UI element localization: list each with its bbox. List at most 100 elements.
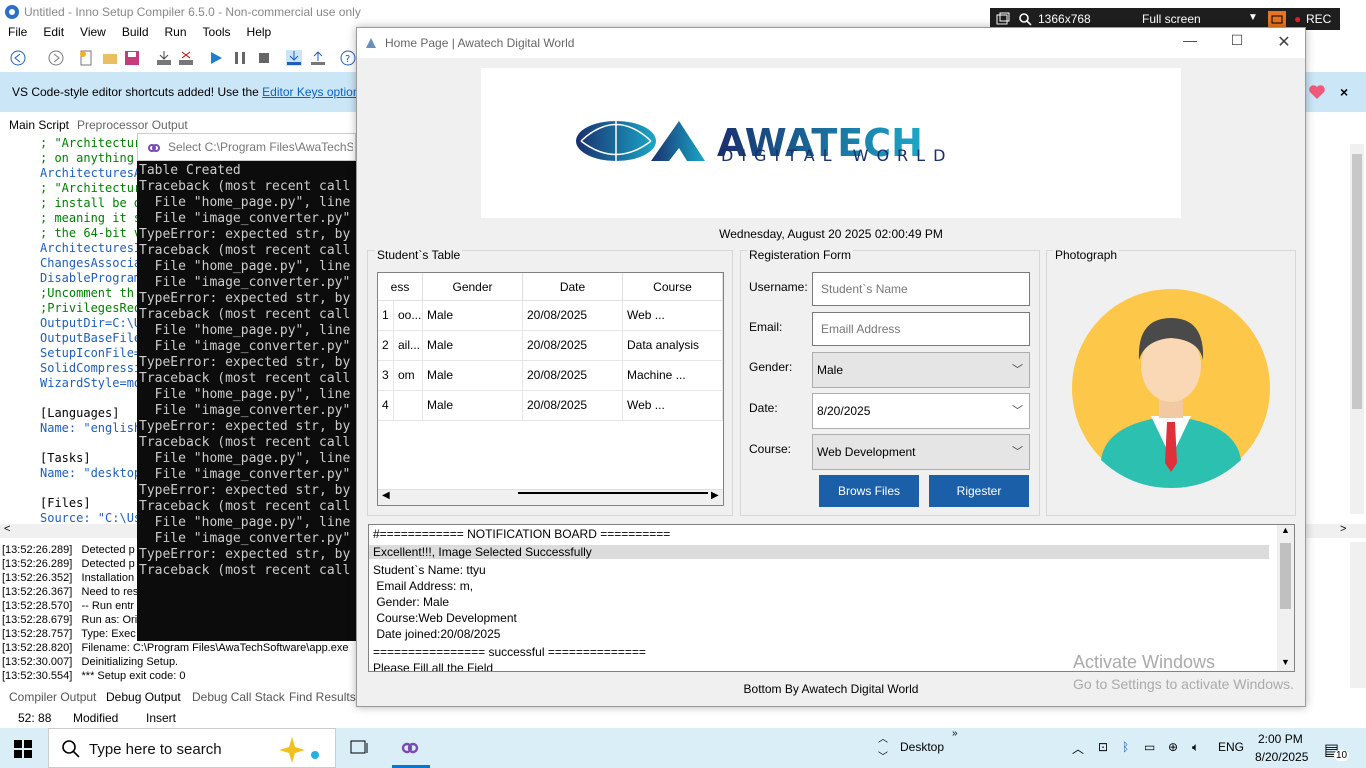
editor-keys-link[interactable]: Editor Keys option — [262, 85, 359, 99]
table-cell-course[interactable]: Web ... — [623, 301, 723, 331]
log-scrollbar[interactable] — [1350, 542, 1366, 688]
taskbar-search-box[interactable]: Type here to search — [48, 728, 336, 768]
rec-label[interactable]: REC — [1306, 12, 1331, 26]
tab-compiler-output[interactable]: Compiler Output — [9, 690, 96, 704]
table-cell-id[interactable]: 4 — [378, 391, 394, 421]
table-cell-date[interactable]: 20/08/2025 — [523, 391, 623, 421]
clock-date[interactable]: 8/20/2025 — [1255, 750, 1308, 764]
tab-debug-call-stack[interactable]: Debug Call Stack — [192, 690, 285, 704]
tab-preprocessor-output[interactable]: Preprocessor Output — [77, 118, 188, 132]
gender-select[interactable]: Male ﹀ — [812, 352, 1030, 388]
download-icon[interactable] — [286, 50, 302, 66]
language-indicator[interactable]: ENG — [1218, 740, 1244, 754]
volume-icon[interactable]: 🔈︎ — [1192, 740, 1199, 755]
windows-start-icon[interactable] — [14, 740, 32, 758]
new-file-icon[interactable] — [78, 50, 94, 66]
menu-help[interactable]: Help — [247, 25, 272, 39]
table-cell-email[interactable]: ail... — [394, 331, 423, 361]
column-header-gender[interactable]: Gender — [423, 273, 523, 301]
device-icon[interactable]: ⊡ — [1098, 740, 1108, 754]
forward-icon[interactable] — [48, 50, 64, 66]
table-cell-id[interactable]: 1 — [378, 301, 394, 331]
email-input[interactable]: Emaill Address — [812, 312, 1030, 346]
desktop-toolbar[interactable]: Desktop — [900, 740, 944, 754]
table-cell-email[interactable]: oo... — [394, 301, 423, 331]
code-editor[interactable]: ; "Architectur; on anything Architectures… — [0, 134, 138, 524]
camera-icon[interactable] — [1268, 11, 1286, 27]
table-cell-gender[interactable]: Male — [423, 301, 523, 331]
minimize-button[interactable]: — — [1180, 32, 1200, 52]
table-cell-email[interactable]: om — [394, 361, 423, 391]
scroll-up-icon[interactable]: ▲ — [1281, 525, 1290, 535]
menu-file[interactable]: File — [8, 25, 27, 39]
menu-tools[interactable]: Tools — [203, 25, 231, 39]
scroll-left-icon[interactable]: < — [4, 523, 10, 535]
upload-icon[interactable] — [310, 50, 326, 66]
column-header-email[interactable]: ess — [378, 273, 423, 301]
window-icon[interactable] — [996, 12, 1010, 26]
table-cell-date[interactable]: 20/08/2025 — [523, 361, 623, 391]
close-button[interactable]: ✕ — [1274, 32, 1294, 52]
battery-icon[interactable]: ▭ — [1144, 740, 1155, 754]
menu-run[interactable]: Run — [165, 25, 187, 39]
table-horizontal-scrollbar[interactable]: ◀ ▶ — [378, 489, 723, 505]
stop-icon[interactable] — [256, 50, 272, 66]
table-cell-gender[interactable]: Male — [423, 361, 523, 391]
chevron-down-icon[interactable]: ﹀ — [878, 748, 888, 763]
task-view-icon[interactable] — [350, 739, 370, 757]
table-cell-email[interactable] — [394, 391, 423, 421]
table-scroll-right-icon[interactable]: ▶ — [711, 490, 719, 501]
menu-build[interactable]: Build — [122, 25, 149, 39]
table-scroll-left-icon[interactable]: ◀ — [382, 490, 390, 501]
resolution-label[interactable]: 1366x768 — [1038, 12, 1091, 26]
course-select[interactable]: Web Development ﹀ — [812, 434, 1030, 470]
tab-find-results[interactable]: Find Results — [289, 690, 356, 704]
network-icon[interactable]: ⊕ — [1168, 740, 1178, 754]
column-header-course[interactable]: Course — [623, 273, 723, 301]
save-icon[interactable] — [124, 50, 140, 66]
table-cell-date[interactable]: 20/08/2025 — [523, 331, 623, 361]
bluetooth-icon[interactable]: ᛒ — [1122, 740, 1129, 754]
column-header-date[interactable]: Date — [523, 273, 623, 301]
table-cell-gender[interactable]: Male — [423, 391, 523, 421]
heart-icon[interactable] — [1308, 83, 1326, 101]
open-folder-icon[interactable] — [102, 50, 118, 66]
maximize-button[interactable]: ☐ — [1227, 32, 1247, 52]
table-cell-date[interactable]: 20/08/2025 — [523, 301, 623, 331]
stop-compile-icon[interactable] — [178, 50, 194, 66]
double-chevron-icon[interactable]: » — [952, 728, 958, 739]
dropdown-arrow-icon[interactable]: ▼ — [1248, 12, 1258, 23]
banner-close-icon[interactable]: × — [1340, 84, 1348, 100]
table-cell-id[interactable]: 2 — [378, 331, 394, 361]
back-icon[interactable] — [10, 50, 26, 66]
table-cell-id[interactable]: 3 — [378, 361, 394, 391]
chevron-up-icon[interactable]: ︿ — [878, 730, 888, 745]
notification-scrollbar[interactable]: ▲ ▼ — [1277, 525, 1294, 671]
help-icon[interactable]: ? — [340, 50, 356, 66]
run-icon[interactable] — [208, 50, 224, 66]
fullscreen-select[interactable]: Full screen — [1142, 12, 1201, 26]
insert-mode: Insert — [146, 711, 177, 725]
table-cell-course[interactable]: Data analysis — [623, 331, 723, 361]
browse-files-button[interactable]: Brows Files — [819, 475, 919, 507]
compile-icon[interactable] — [156, 50, 172, 66]
menu-view[interactable]: View — [80, 25, 106, 39]
date-picker[interactable]: 8/20/2025 ﹀ — [812, 393, 1030, 429]
tray-expand-icon[interactable]: ︿ — [1072, 740, 1084, 757]
tab-main-script[interactable]: Main Script — [9, 118, 69, 132]
menu-edit[interactable]: Edit — [43, 25, 64, 39]
tab-debug-output[interactable]: Debug Output — [106, 690, 181, 704]
table-cell-course[interactable]: Web ... — [623, 391, 723, 421]
taskbar-app-icon[interactable] — [400, 740, 420, 756]
record-dot-icon[interactable]: ● — [1294, 12, 1301, 26]
log-line: [13:52:26.352] Installation — [2, 572, 135, 584]
pause-icon[interactable] — [232, 50, 248, 66]
table-cell-gender[interactable]: Male — [423, 331, 523, 361]
table-cell-course[interactable]: Machine ... — [623, 361, 723, 391]
editor-right-scroll[interactable] — [1306, 134, 1366, 524]
clock-time[interactable]: 2:00 PM — [1258, 732, 1303, 746]
username-input[interactable]: Student`s Name — [812, 272, 1030, 306]
register-button[interactable]: Rigester — [929, 475, 1029, 507]
search-icon[interactable] — [1018, 12, 1032, 26]
scroll-right-icon[interactable]: > — [1340, 523, 1346, 535]
